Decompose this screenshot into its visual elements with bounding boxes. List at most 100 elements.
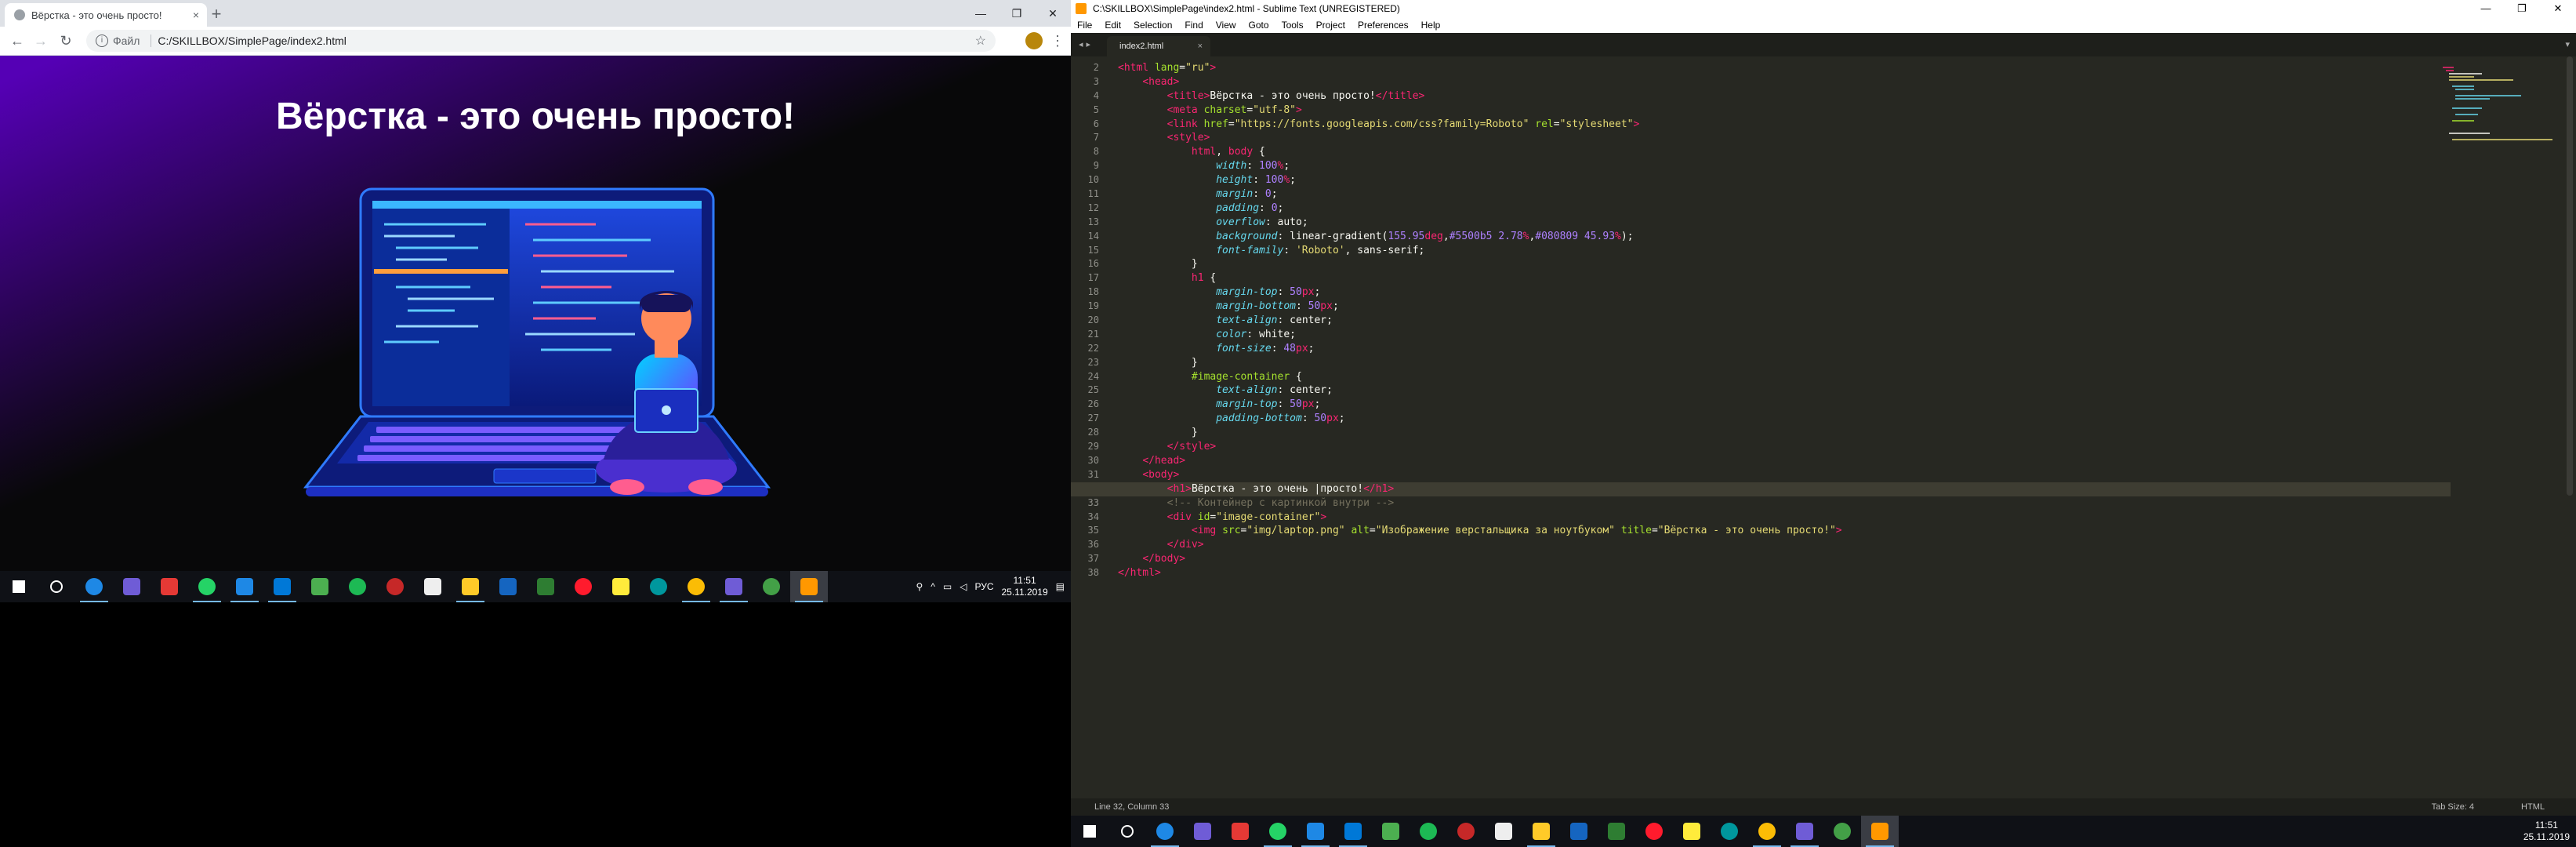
taskbar-app[interactable] [640,571,677,602]
taskbar-app[interactable] [753,571,790,602]
taskbar-app[interactable] [1485,816,1522,847]
taskbar-app[interactable] [414,571,452,602]
taskbar-app[interactable] [1673,816,1711,847]
taskbar-app[interactable] [75,571,113,602]
taskbar-app[interactable] [677,571,715,602]
vertical-scrollbar[interactable] [2567,56,2573,496]
taskbar-app[interactable] [1410,816,1447,847]
new-tab-button[interactable]: + [205,3,227,25]
taskbar-app[interactable] [1297,816,1334,847]
menu-preferences[interactable]: Preferences [1351,20,1415,31]
taskbar-app[interactable] [151,571,188,602]
code-line: } [1118,356,1198,369]
ie-icon [1156,823,1174,840]
taskbar-app[interactable] [1184,816,1221,847]
taskbar-app[interactable] [790,571,828,602]
person-icon[interactable]: ⚲ [916,581,923,592]
menu-selection[interactable]: Selection [1127,20,1178,31]
code-line: #image-container { [1191,370,1302,383]
search-button[interactable] [38,571,75,602]
line-number: 37 [1087,553,1099,565]
clock-date: 25.11.2019 [2523,831,2570,842]
taskbar-app[interactable] [527,571,564,602]
taskbar-app[interactable] [602,571,640,602]
clock[interactable]: 11:51 25.11.2019 [1001,575,1047,598]
taskbar-app[interactable] [301,571,339,602]
address-bar[interactable]: i Файл C:/SKILLBOX/SimplePage/index2.htm… [86,30,996,52]
taskbar-app[interactable] [1259,816,1297,847]
browser-tab[interactable]: Вёрстка - это очень просто! × [5,3,207,27]
menu-help[interactable]: Help [1415,20,1447,31]
profile-avatar[interactable] [1025,32,1043,49]
maximize-button[interactable]: ❐ [999,0,1035,27]
taskbar-app[interactable] [1447,816,1485,847]
menu-view[interactable]: View [1210,20,1243,31]
menu-tools[interactable]: Tools [1275,20,1310,31]
explorer-icon [1533,823,1550,840]
taskbar-app[interactable] [1786,816,1823,847]
notifications-icon[interactable]: ▤ [1056,581,1065,592]
editor-tab[interactable]: index2.html × [1107,36,1210,56]
close-window-button[interactable]: ✕ [1035,0,1071,27]
menu-goto[interactable]: Goto [1243,20,1275,31]
code-area[interactable]: <html lang="ru"> <head> <title>Вёрстка -… [1071,61,2451,580]
start-button[interactable] [1071,816,1108,847]
chrome-menu-icon[interactable]: ⋮ [1050,33,1065,49]
tab-nav-arrows-icon[interactable]: ◂▸ [1079,39,1094,49]
syntax-mode[interactable]: HTML [2521,802,2545,812]
taskbar-app[interactable] [113,571,151,602]
code-editor[interactable]: 2 3 4 5 6 7 8 9 10 11 12 13 14 15 16 17 18 19 20 21 22 23 24 25… [1071,56,2576,798]
system-tray: 11:51 25.11.2019 [2523,820,2576,843]
info-icon[interactable]: i [96,35,108,47]
taskbar-app[interactable] [1711,816,1748,847]
search-button[interactable] [1108,816,1146,847]
chevron-up-icon[interactable]: ^ [931,581,935,592]
taskbar-app[interactable] [1635,816,1673,847]
taskbar-app[interactable] [1221,816,1259,847]
taskbar-app[interactable] [376,571,414,602]
taskbar-app[interactable] [339,571,376,602]
language-indicator[interactable]: РУС [974,581,993,592]
taskbar-app[interactable] [1522,816,1560,847]
volume-icon[interactable]: ◁ [960,581,967,592]
taskbar-app[interactable] [1861,816,1899,847]
network-icon[interactable]: ▭ [943,581,952,592]
maximize-button[interactable]: ❐ [2504,2,2540,15]
taskbar-app[interactable] [1598,816,1635,847]
windows-icon [13,580,25,593]
taskbar-app[interactable] [564,571,602,602]
taskbar-app[interactable] [452,571,489,602]
menu-file[interactable]: File [1071,20,1098,31]
forward-button[interactable]: → [31,31,50,50]
line-number: 30 [1087,454,1099,466]
minimize-button[interactable]: — [2468,2,2504,15]
tab-size[interactable]: Tab Size: 4 [2432,802,2474,812]
menu-project[interactable]: Project [1310,20,1351,31]
back-button[interactable]: ← [8,31,27,50]
bookmark-star-icon[interactable]: ☆ [975,33,986,49]
taskbar-app[interactable] [1823,816,1861,847]
tab-dropdown-icon[interactable]: ▾ [2565,39,2570,49]
minimize-button[interactable]: — [963,0,999,27]
taskbar-app[interactable] [226,571,263,602]
line-number: 29 [1087,441,1099,453]
close-tab-icon[interactable]: × [1198,42,1203,51]
taskbar-app[interactable] [263,571,301,602]
url-text[interactable]: C:/SKILLBOX/SimplePage/index2.html [158,35,346,47]
taskbar-app[interactable] [1560,816,1598,847]
reload-button[interactable]: ↻ [56,31,75,50]
taskbar-app[interactable] [188,571,226,602]
taskbar-app[interactable] [1146,816,1184,847]
start-button[interactable] [0,571,38,602]
menu-edit[interactable]: Edit [1098,20,1127,31]
taskbar-app[interactable] [489,571,527,602]
taskbar-app[interactable] [1372,816,1410,847]
close-tab-icon[interactable]: × [193,9,199,21]
clock[interactable]: 11:51 25.11.2019 [2523,820,2570,843]
minimap[interactable] [2443,64,2560,158]
taskbar-app[interactable] [1748,816,1786,847]
taskbar-app[interactable] [1334,816,1372,847]
close-window-button[interactable]: ✕ [2540,2,2576,15]
taskbar-app[interactable] [715,571,753,602]
menu-find[interactable]: Find [1178,20,1209,31]
